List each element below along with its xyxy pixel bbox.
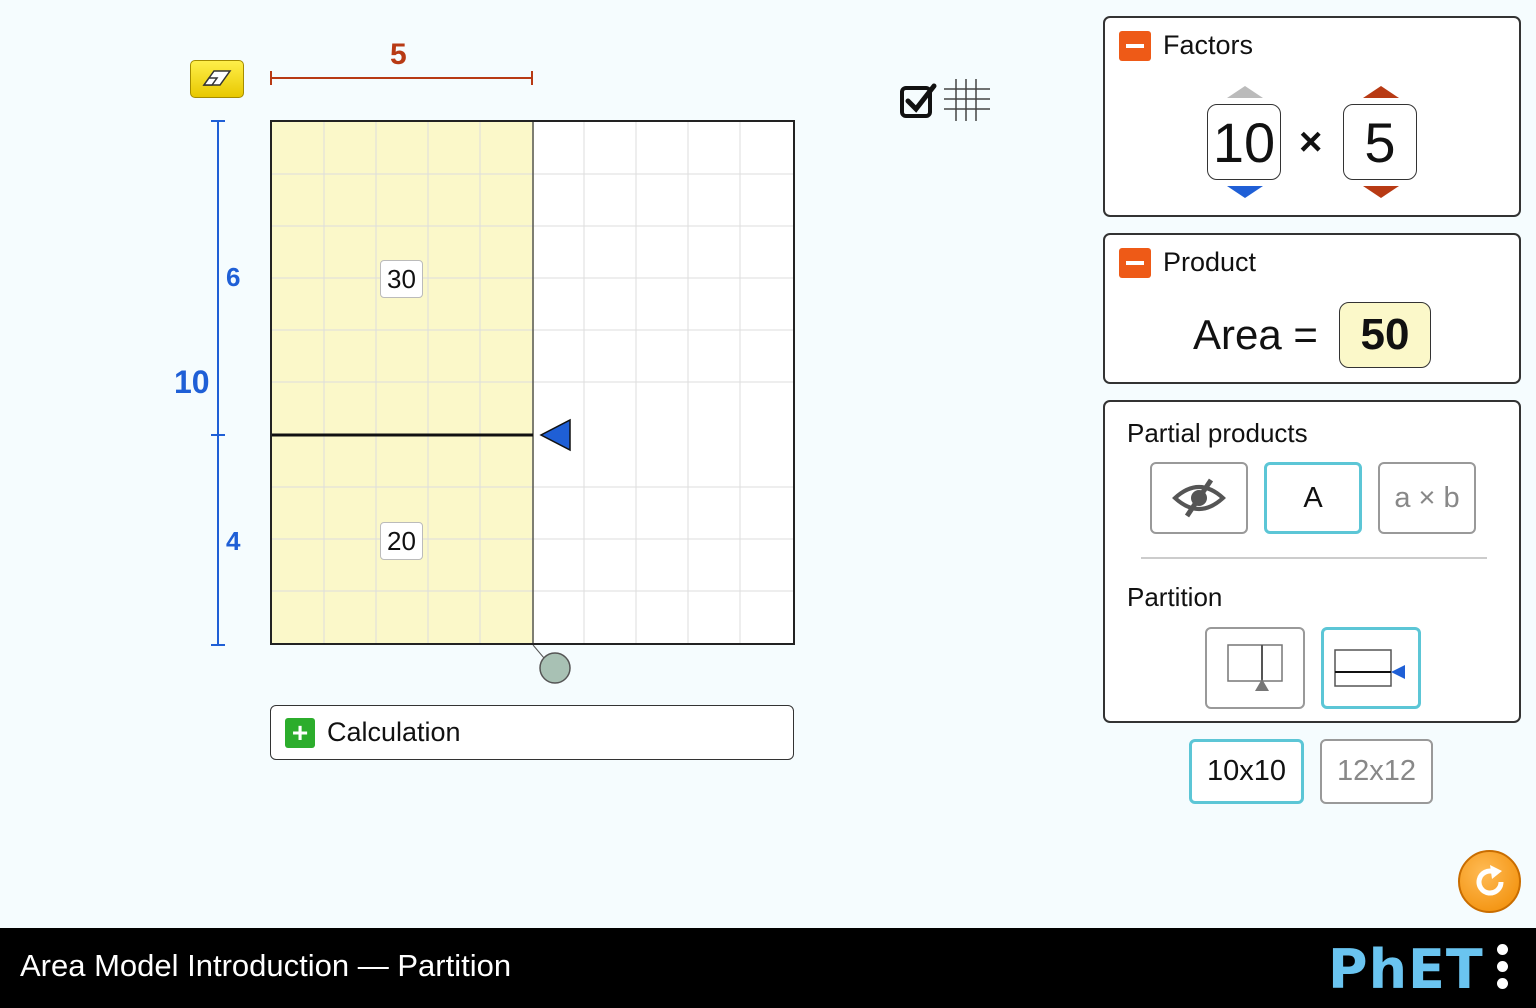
checkbox-checked-icon xyxy=(900,83,937,118)
product-title: Product xyxy=(1163,247,1257,277)
partition-handle-horizontal[interactable] xyxy=(538,418,572,452)
area-value: 50 xyxy=(1339,302,1431,368)
partition-title: Partition xyxy=(1127,582,1223,612)
screen-title: Area Model Introduction — Partition xyxy=(20,948,512,983)
options-panel: Partial products A a × b Partition xyxy=(1103,400,1521,723)
section-divider xyxy=(1141,557,1487,559)
navigation-bar: Area Model Introduction — Partition PhET xyxy=(0,928,1536,1008)
eraser-icon xyxy=(202,70,232,86)
partial-products-area-button[interactable]: A xyxy=(1264,462,1362,534)
horizontal-partition-icon xyxy=(1334,649,1405,687)
area-equals-label: Area = xyxy=(1193,311,1318,358)
height-total-label: 10 xyxy=(174,364,210,400)
collapse-factors-button[interactable] xyxy=(1119,30,1151,61)
calculation-label: Calculation xyxy=(327,717,461,747)
width-resize-handle[interactable] xyxy=(530,644,574,688)
expand-icon: + xyxy=(285,717,315,748)
grid-size-10x10-button[interactable]: 10x10 xyxy=(1189,739,1304,804)
partial-products-factors-button[interactable]: a × b xyxy=(1378,462,1476,534)
factors-panel: Factors 10 × 5 xyxy=(1103,16,1521,217)
partial-product-bottom: 20 xyxy=(380,522,423,560)
vertical-partition-button[interactable] xyxy=(1205,627,1305,709)
first-factor-down-arrow[interactable] xyxy=(1225,184,1265,205)
vertical-partition-icon xyxy=(1227,644,1283,691)
grid-lines-checkbox[interactable] xyxy=(898,76,994,124)
second-factor-up-arrow[interactable] xyxy=(1361,84,1401,105)
second-factor-down-arrow[interactable] xyxy=(1361,184,1401,205)
height-bottom-label: 4 xyxy=(226,526,241,556)
second-factor-value[interactable]: 5 xyxy=(1343,104,1417,180)
height-dimension-line xyxy=(209,120,227,646)
width-label: 5 xyxy=(390,38,407,71)
eye-slash-icon xyxy=(1172,478,1226,518)
height-top-label: 6 xyxy=(226,262,241,292)
horizontal-partition-button[interactable] xyxy=(1321,627,1421,709)
collapse-product-button[interactable] xyxy=(1119,247,1151,278)
first-factor-value[interactable]: 10 xyxy=(1207,104,1281,180)
eraser-button[interactable] xyxy=(190,60,244,98)
reset-icon xyxy=(1476,864,1504,895)
grid-lines xyxy=(272,122,793,643)
partial-products-title: Partial products xyxy=(1127,418,1308,448)
grid-size-12x12-button[interactable]: 12x12 xyxy=(1320,739,1433,804)
phet-menu-icon[interactable] xyxy=(1490,940,1514,1000)
reset-all-button[interactable] xyxy=(1458,850,1521,913)
first-factor-up-arrow xyxy=(1225,84,1265,105)
area-model-grid[interactable]: 30 20 xyxy=(270,120,795,645)
factors-title: Factors xyxy=(1163,30,1254,60)
partial-product-top: 30 xyxy=(380,260,423,298)
hide-partial-products-button[interactable] xyxy=(1150,462,1248,534)
phet-logo[interactable]: PhET xyxy=(1328,938,1484,1001)
width-dimension-line xyxy=(270,70,533,86)
calculation-accordion[interactable]: + Calculation xyxy=(270,705,794,760)
product-panel: Product Area = 50 xyxy=(1103,233,1521,384)
grid-icon xyxy=(944,79,990,121)
times-symbol: × xyxy=(1299,120,1323,164)
